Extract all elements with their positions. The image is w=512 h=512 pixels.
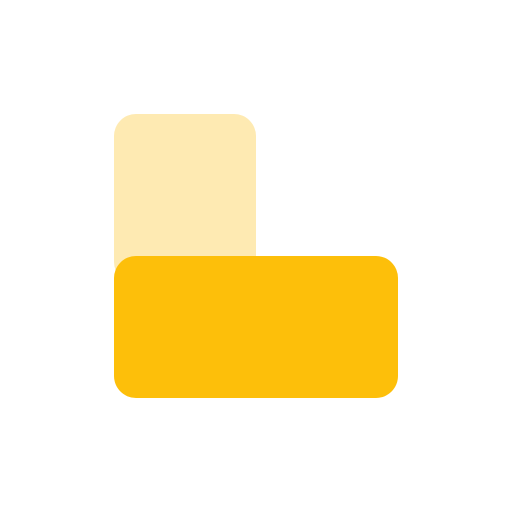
layout-icon [114,114,398,398]
dark-block-shape [114,256,398,398]
icon-canvas [0,0,512,512]
